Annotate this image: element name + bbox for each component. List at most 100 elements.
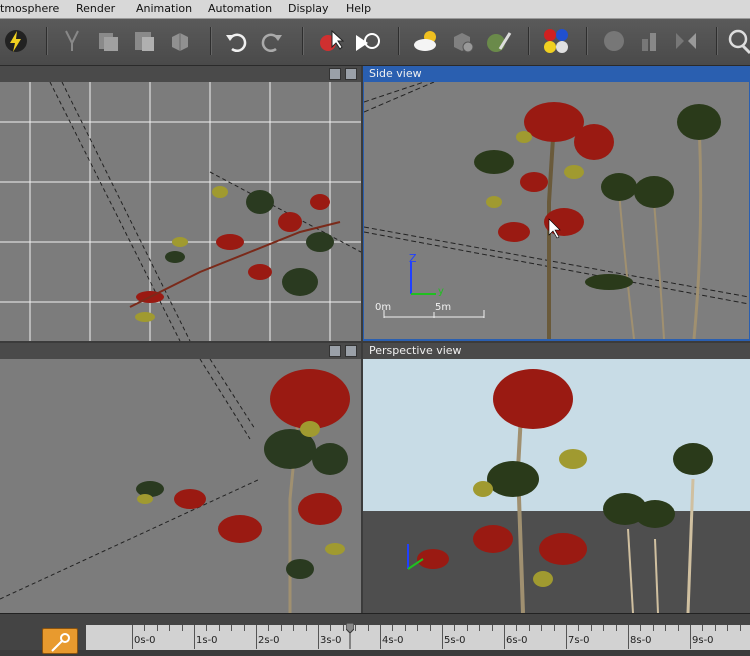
time-label: 8s-0 <box>630 635 652 646</box>
time-minor-tick <box>305 625 307 631</box>
time-minor-tick <box>355 625 357 631</box>
front-view-scene <box>0 359 361 613</box>
atmosphere-cloud-icon[interactable] <box>410 25 442 57</box>
select-icon[interactable] <box>314 25 346 57</box>
maximize-icon[interactable] <box>329 68 341 80</box>
time-minor-tick <box>293 625 295 631</box>
time-major-tick <box>256 625 257 649</box>
time-label: 9s-0 <box>692 635 714 646</box>
time-minor-tick <box>206 625 208 631</box>
time-minor-tick <box>652 625 654 631</box>
time-minor-tick <box>553 625 555 631</box>
time-minor-tick <box>541 625 543 631</box>
time-label: 4s-0 <box>382 635 404 646</box>
axis-z-label: Z <box>409 252 417 265</box>
time-minor-tick <box>231 625 233 631</box>
time-major-tick <box>442 625 443 649</box>
camera-icon[interactable] <box>345 68 357 80</box>
time-major-tick <box>132 625 133 649</box>
redo-icon[interactable] <box>256 25 288 57</box>
mirror-icon[interactable] <box>670 25 702 57</box>
time-cursor[interactable] <box>345 622 355 649</box>
time-minor-tick <box>603 625 605 631</box>
time-minor-tick <box>640 625 642 631</box>
undo-icon[interactable] <box>220 25 252 57</box>
main-toolbar <box>0 19 750 66</box>
scale-start-label: 0m <box>375 302 392 313</box>
axis-y-label: y <box>438 286 444 297</box>
menu-display[interactable]: Display <box>288 2 329 15</box>
time-label: 3s-0 <box>320 635 342 646</box>
top-view-viewport[interactable] <box>0 66 361 341</box>
render-sphere-icon[interactable] <box>598 25 630 57</box>
time-minor-tick <box>677 625 679 631</box>
time-major-tick <box>504 625 505 649</box>
time-major-tick <box>690 625 691 649</box>
top-view-scene <box>0 82 361 341</box>
perspective-view-title: Perspective view <box>369 344 462 357</box>
perspective-view-header: Perspective view <box>363 343 750 359</box>
time-minor-tick <box>156 625 158 631</box>
time-minor-tick <box>169 625 171 631</box>
side-view-scene <box>364 82 749 339</box>
time-minor-tick <box>466 625 468 631</box>
menu-help[interactable]: Help <box>346 2 371 15</box>
time-minor-tick <box>181 625 183 631</box>
time-major-tick <box>194 625 195 649</box>
select-arrow-icon[interactable] <box>352 25 384 57</box>
time-minor-tick <box>615 625 617 631</box>
time-minor-tick <box>243 625 245 631</box>
bar-icon[interactable] <box>634 25 666 57</box>
time-minor-tick <box>714 625 716 631</box>
time-label: 0s-0 <box>134 635 156 646</box>
copy-icon[interactable] <box>92 25 124 57</box>
time-minor-tick <box>739 625 741 631</box>
time-minor-tick <box>404 625 406 631</box>
time-minor-tick <box>218 625 220 631</box>
time-minor-tick <box>392 625 394 631</box>
time-minor-tick <box>280 625 282 631</box>
time-ruler[interactable]: 0s-0 1s-0 2s-0 3s-0 4s-0 5s-0 6s-0 7s-0 8s-0 9s-0 <box>86 622 750 650</box>
cut-icon[interactable] <box>56 25 88 57</box>
time-minor-tick <box>429 625 431 631</box>
menu-atmosphere[interactable]: tmosphere <box>0 2 59 15</box>
time-minor-tick <box>727 625 729 631</box>
time-major-tick <box>566 625 567 649</box>
time-major-tick <box>380 625 381 649</box>
front-view-header <box>0 343 361 359</box>
side-view-viewport[interactable]: Side view Z y 0m 5m <box>363 66 750 341</box>
menu-automation[interactable]: Automation <box>208 2 272 15</box>
material-balls-icon[interactable] <box>540 25 572 57</box>
scale-end-label: 5m <box>435 302 452 313</box>
front-view-viewport[interactable] <box>0 343 361 613</box>
time-minor-tick <box>590 625 592 631</box>
time-minor-tick <box>491 625 493 631</box>
lightning-save-icon[interactable] <box>0 25 32 57</box>
plant-editor-icon[interactable] <box>482 25 514 57</box>
camera-icon[interactable] <box>345 345 357 357</box>
menu-bar: tmosphere Render Animation Automation Di… <box>0 0 750 19</box>
render-settings-icon[interactable] <box>446 25 478 57</box>
time-label: 2s-0 <box>258 635 280 646</box>
menu-animation[interactable]: Animation <box>136 2 192 15</box>
time-minor-tick <box>454 625 456 631</box>
side-view-header: Side view <box>363 66 750 82</box>
maximize-icon[interactable] <box>329 345 341 357</box>
time-minor-tick <box>578 625 580 631</box>
menu-render[interactable]: Render <box>76 2 115 15</box>
time-minor-tick <box>342 625 344 631</box>
time-minor-tick <box>665 625 667 631</box>
time-minor-tick <box>702 625 704 631</box>
time-label: 6s-0 <box>506 635 528 646</box>
time-label: 5s-0 <box>444 635 466 646</box>
time-label: 7s-0 <box>568 635 590 646</box>
perspective-view-scene <box>363 359 750 613</box>
paste-icon[interactable] <box>128 25 160 57</box>
objects-icon[interactable] <box>164 25 196 57</box>
add-keyframe-key-icon[interactable] <box>42 628 78 654</box>
time-minor-tick <box>516 625 518 631</box>
time-minor-tick <box>330 625 332 631</box>
time-minor-tick <box>528 625 530 631</box>
perspective-view-viewport[interactable]: Perspective view <box>363 343 750 613</box>
zoom-icon[interactable] <box>722 25 750 57</box>
